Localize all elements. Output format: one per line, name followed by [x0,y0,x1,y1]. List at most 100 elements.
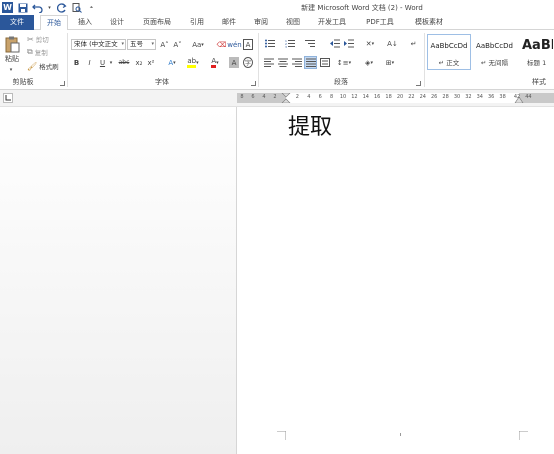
ribbon: 粘贴 ▾ ✂ 剪切 ⧉ 复制 🖌 格式刷 剪贴板 宋体 (中文正文 ▾ 五号 ▾… [0,30,554,90]
align-right-icon[interactable] [291,57,302,68]
tab-selector[interactable] [3,93,13,103]
tab-file[interactable]: 文件 [0,15,34,30]
tab-pdf-tools[interactable]: PDF工具 [362,15,398,30]
copy-button[interactable]: ⧉ 复制 [27,47,48,57]
document-body-text[interactable]: 提取 [288,109,332,141]
grow-font-button[interactable]: A˄ [159,39,170,50]
ruler-tick-label: 6 [318,94,322,100]
ruler-tick-label: 28 [442,94,449,100]
subscript-button[interactable]: x₂ [134,57,144,68]
copy-icon: ⧉ [27,47,33,56]
tab-insert[interactable]: 插入 [74,15,96,30]
paste-icon [5,36,19,53]
font-size-dropdown[interactable]: 五号 ▾ [127,39,156,50]
highlight-color-button[interactable]: ab ▾ [185,57,201,68]
title-bar: W ▾ ⩡ 新建 Microsoft Word 文档 (2) - Word [0,0,554,15]
page-center-mark [400,433,401,436]
tab-references[interactable]: 引用 [186,15,208,30]
paragraph-dialog-launcher[interactable] [416,81,421,86]
ruler-tick-label: 44 [525,94,532,100]
font-name-dropdown[interactable]: 宋体 (中文正文 ▾ [71,39,126,50]
numbering-icon[interactable]: 123 [283,38,297,49]
style-no-spacing[interactable]: AaBbCcDd ↵ 无间隔 [472,34,517,70]
phonetic-guide-icon[interactable]: wén [227,39,241,50]
ruler-tick-label: 8 [240,94,244,100]
font-name-value: 宋体 (中文正文 [74,40,118,48]
tab-page-layout[interactable]: 页面布局 [138,15,176,30]
asian-layout-icon[interactable]: ✕ ▾ [362,38,378,49]
clear-formatting-icon[interactable]: ⌫ [216,39,227,50]
paintbrush-icon: 🖌 [27,61,38,71]
distributed-icon[interactable] [319,57,330,68]
ruler-tick-label: 20 [396,94,404,100]
tab-mailings[interactable]: 邮件 [218,15,240,30]
tab-developer[interactable]: 开发工具 [314,15,350,30]
justify-icon[interactable] [304,56,317,69]
font-color-button[interactable]: A ▾ [207,57,223,68]
align-center-icon[interactable] [277,57,288,68]
tab-design[interactable]: 设计 [106,15,128,30]
tab-view[interactable]: 视图 [282,15,304,30]
group-divider [67,33,68,87]
chevron-down-icon: ▾ [121,41,124,47]
style-heading-1[interactable]: AaBb 标题 1 [518,34,554,70]
cut-button[interactable]: ✂ 剪切 [27,34,49,45]
character-border-icon[interactable]: A [243,39,253,50]
italic-button[interactable]: I [85,57,94,68]
increase-indent-icon[interactable] [343,38,354,49]
multilevel-list-icon[interactable] [303,38,317,49]
paste-button[interactable]: 粘贴 [3,34,21,66]
group-divider [258,33,259,87]
style-sample: AaBbCcDd [430,42,468,50]
font-group-label: 字体 [155,78,169,86]
strikethrough-button[interactable]: abc [116,57,132,68]
ruler-tick-label: 2 [295,94,299,100]
align-left-icon[interactable] [263,57,274,68]
text-effects-icon[interactable]: A ▾ [165,57,179,68]
underline-button[interactable]: U [98,57,107,68]
bullets-icon[interactable] [263,38,277,49]
ruler-tick-label: 38 [499,94,506,100]
clipboard-dialog-launcher[interactable] [60,81,65,86]
highlighter-icon: ab [187,57,197,68]
style-sample: AaBbCcDd [476,42,513,50]
underline-dropdown-icon[interactable]: ▾ [108,57,114,68]
svg-text:3: 3 [285,45,287,48]
paste-dropdown-icon[interactable]: ▾ [8,67,14,73]
ruler-tick-label: 34 [476,94,483,100]
document-page[interactable]: 提取 [238,107,554,454]
tab-home[interactable]: 开始 [40,15,68,31]
ruler-tick-label: 16 [374,94,381,100]
font-dialog-launcher[interactable] [251,81,256,86]
chevron-down-icon: ▾ [151,41,154,47]
indent-marker-icon[interactable] [281,93,291,103]
ruler-tick-label: 22 [408,94,415,100]
ruler-tick-label: 4 [262,94,266,100]
show-formatting-marks-icon[interactable]: ↵ [408,38,419,49]
line-spacing-icon[interactable]: ↕≡ ▾ [336,57,352,68]
borders-icon[interactable]: ⊞ ▾ [382,57,398,68]
ruler-tick-label: 42 [513,94,521,100]
horizontal-ruler[interactable]: 8 6 4 2 2 4 6 8 10 12 14 16 18 20 22 24 26 28 30 32 34 36 38 42… [237,93,554,103]
tab-template-materials[interactable]: 模板素材 [410,15,448,30]
tab-review[interactable]: 审阅 [250,15,272,30]
style-normal[interactable]: AaBbCcDd ↵ 正文 [427,34,471,70]
shrink-font-button[interactable]: A˅ [172,39,183,50]
style-name: ↵ 正文 [438,59,460,67]
decrease-indent-icon[interactable] [329,38,340,49]
superscript-button[interactable]: x² [146,57,156,68]
format-painter-button[interactable]: 🖌 格式刷 [27,61,59,72]
ruler-tick-label: 10 [339,94,347,100]
enclose-characters-icon[interactable]: 字 [243,57,253,68]
ruler-tick-label: 24 [419,94,426,100]
clipboard-group-label: 剪贴板 [12,78,34,86]
sort-icon[interactable]: A↓ [387,38,398,49]
paragraph-group-label: 段落 [334,78,348,86]
page-corner-mark-left [277,431,286,440]
character-shading-icon[interactable]: A [229,57,239,68]
ruler-tick-label: 26 [431,94,438,100]
change-case-button[interactable]: Aa ▾ [190,39,206,50]
ruler-tick-label: 32 [465,94,472,100]
bold-button[interactable]: B [72,57,81,68]
shading-icon[interactable]: ◈ ▾ [361,57,377,68]
